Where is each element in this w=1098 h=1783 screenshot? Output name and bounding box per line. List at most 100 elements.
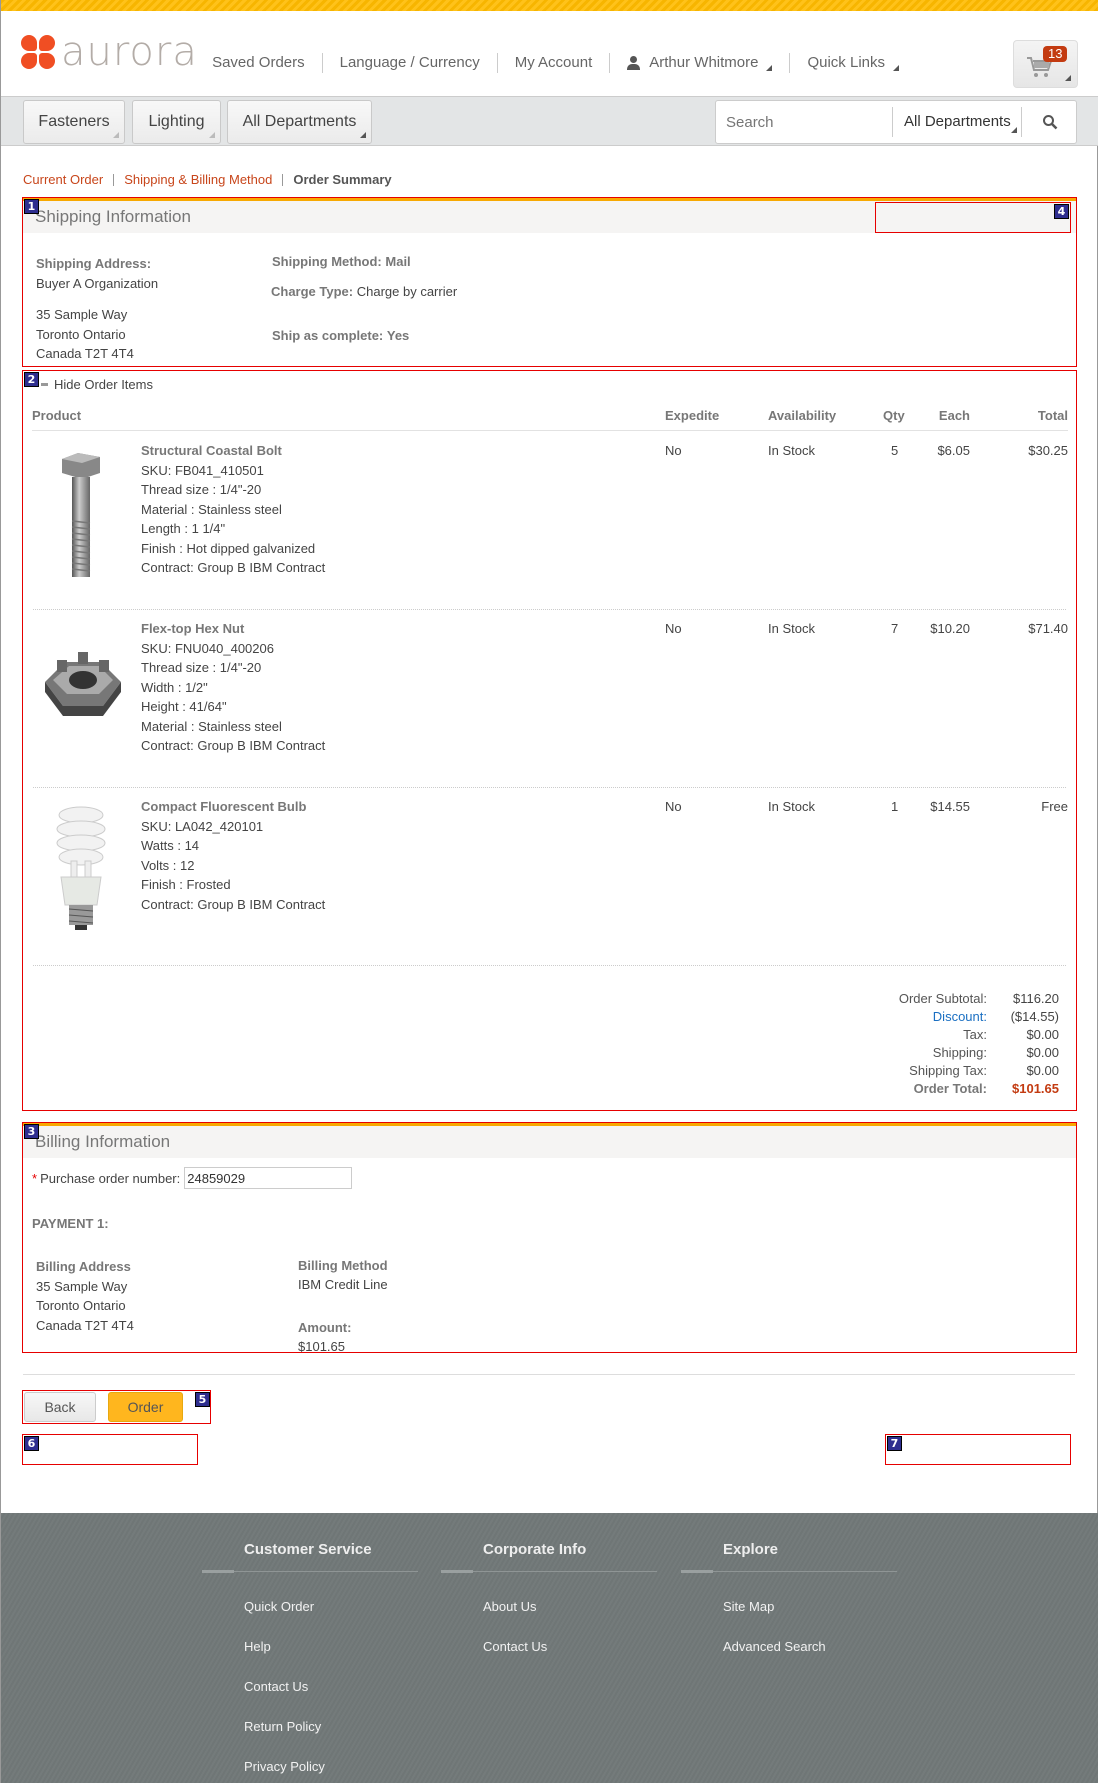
quick-links-label: Quick Links xyxy=(807,54,885,71)
item-each-price: $6.05 xyxy=(937,443,970,458)
item-qty: 7 xyxy=(891,621,899,636)
search-input[interactable] xyxy=(716,101,891,143)
quick-links-menu[interactable]: Quick Links xyxy=(790,53,899,73)
col-availability: Availability xyxy=(768,408,837,423)
billing-information-section: Billing Information 3 * Purchase order n… xyxy=(22,1122,1077,1356)
shipping-address-line: Toronto Ontario xyxy=(36,326,126,342)
item-qty: 1 xyxy=(891,799,899,814)
payment-1-heading: PAYMENT 1: xyxy=(32,1216,109,1231)
site-header: aurora Saved Orders Language / Currency … xyxy=(1,11,1098,96)
search-button[interactable] xyxy=(1024,101,1076,143)
order-item-row: Flex-top Hex Nut SKU: FNU040_400206 Thre… xyxy=(23,619,1076,789)
dropdown-arrow-icon xyxy=(1065,75,1071,81)
hide-order-items-toggle[interactable]: Hide Order Items xyxy=(41,377,153,392)
top-accent-bar xyxy=(1,0,1098,11)
item-each-price: $10.20 xyxy=(930,621,970,636)
search-department-select[interactable]: All Departments xyxy=(892,107,1022,137)
collapse-icon xyxy=(41,383,48,386)
nav-all-departments[interactable]: All Departments xyxy=(227,100,372,144)
item-availability: In Stock xyxy=(768,799,815,814)
shipping-row: Shipping: $0.00 xyxy=(867,1044,1059,1062)
footer-link-contact-us[interactable]: Contact Us xyxy=(244,1679,308,1694)
crumb-shipping-billing[interactable]: Shipping & Billing Method xyxy=(124,172,272,187)
footer-link-advanced-search[interactable]: Advanced Search xyxy=(723,1639,826,1654)
po-number-input[interactable] xyxy=(184,1167,353,1189)
footer-link-contact-us[interactable]: Contact Us xyxy=(483,1639,547,1654)
shipping-tax-value: $0.00 xyxy=(1026,1063,1059,1078)
col-each: Each xyxy=(938,408,970,423)
subtotal-value: $116.20 xyxy=(1012,991,1059,1006)
item-expedite: No xyxy=(665,799,682,814)
crumb-separator xyxy=(113,173,115,186)
user-menu[interactable]: Arthur Whitmore xyxy=(610,53,791,73)
marker-1: 1 xyxy=(24,199,39,214)
marker-6: 6 xyxy=(24,1436,39,1451)
charge-type-value: Charge by carrier xyxy=(356,284,458,299)
footer-link-help[interactable]: Help xyxy=(244,1639,271,1654)
billing-section-title: Billing Information xyxy=(35,1132,171,1151)
charge-type-label: Charge Type: xyxy=(271,284,354,299)
saved-orders-link[interactable]: Saved Orders xyxy=(195,53,323,73)
crumb-order-summary: Order Summary xyxy=(293,172,392,187)
product-attribute: Volts : 12 xyxy=(141,857,195,873)
hex-nut-product-image[interactable] xyxy=(43,644,123,719)
product-contract: Contract: Group B IBM Contract xyxy=(141,560,326,575)
back-button[interactable]: Back xyxy=(24,1392,96,1422)
product-name[interactable]: Compact Fluorescent Bulb xyxy=(141,797,325,817)
amount-label: Amount: xyxy=(298,1320,352,1335)
footer-heading-underline xyxy=(202,1570,418,1573)
bolt-product-image[interactable] xyxy=(58,451,104,591)
marker-2: 2 xyxy=(24,372,39,387)
footer-link-return-policy[interactable]: Return Policy xyxy=(244,1719,321,1734)
billing-address-line: Toronto Ontario xyxy=(36,1298,126,1313)
amount-value: $101.65 xyxy=(298,1339,345,1354)
nav-all-departments-label: All Departments xyxy=(242,113,357,130)
product-attribute: Thread size : 1/4"-20 xyxy=(141,482,262,497)
my-account-link[interactable]: My Account xyxy=(498,53,611,73)
marker-3: 3 xyxy=(24,1124,39,1139)
col-product: Product xyxy=(32,408,82,423)
footer-heading-underline xyxy=(441,1570,657,1573)
discount-link[interactable]: Discount: xyxy=(867,1008,987,1026)
search-bar: All Departments xyxy=(715,100,1077,144)
shipping-header-action-area[interactable]: 4 xyxy=(875,202,1071,233)
product-sku: SKU: FNU040_400206 xyxy=(141,640,274,656)
col-expedite: Expedite xyxy=(665,408,720,423)
nav-fasteners-label: Fasteners xyxy=(38,113,110,130)
billing-method-label: Billing Method xyxy=(298,1258,388,1273)
product-contract: Contract: Group B IBM Contract xyxy=(141,738,326,753)
col-qty: Qty xyxy=(883,408,905,423)
footer-link-privacy-policy[interactable]: Privacy Policy xyxy=(244,1759,325,1774)
billing-method-block: Billing Method IBM Credit Line Amount: $… xyxy=(298,1256,388,1356)
shipping-method-row: Shipping Method: Mail xyxy=(272,254,411,269)
shipping-value: $0.00 xyxy=(1026,1045,1059,1060)
product-attribute: Material : Stainless steel xyxy=(141,501,282,517)
footer-link-quick-order[interactable]: Quick Order xyxy=(244,1599,314,1614)
item-total: $71.40 xyxy=(1028,621,1068,636)
item-total: $30.25 xyxy=(1028,443,1068,458)
order-item-row: Compact Fluorescent Bulb SKU: LA042_4201… xyxy=(23,797,1076,967)
aurora-logo[interactable]: aurora xyxy=(21,32,198,72)
product-name[interactable]: Structural Coastal Bolt xyxy=(141,441,325,461)
footer-link-site-map[interactable]: Site Map xyxy=(723,1599,774,1614)
crumb-current-order[interactable]: Current Order xyxy=(23,172,103,187)
product-name[interactable]: Flex-top Hex Nut xyxy=(141,619,325,639)
shipping-section-title: Shipping Information xyxy=(35,207,191,226)
dropdown-arrow-icon xyxy=(766,65,773,71)
language-currency-link[interactable]: Language / Currency xyxy=(323,53,498,73)
bulb-product-image[interactable] xyxy=(53,805,109,935)
nav-lighting[interactable]: Lighting xyxy=(132,100,221,144)
cart-button[interactable]: 13 xyxy=(1013,40,1078,88)
order-item-row: Structural Coastal Bolt SKU: FB041_41050… xyxy=(23,441,1076,611)
ship-complete-row: Ship as complete: Yes xyxy=(272,328,409,343)
shipping-address-block: Shipping Address: Buyer A Organization 3… xyxy=(36,254,158,364)
nav-fasteners[interactable]: Fasteners xyxy=(23,100,125,144)
footer-link-about-us[interactable]: About Us xyxy=(483,1599,536,1614)
row-divider xyxy=(33,787,1066,788)
order-total-value: $101.65 xyxy=(1012,1081,1059,1096)
back-button-label: Back xyxy=(44,1399,76,1415)
order-total-row: Order Total: $101.65 xyxy=(867,1080,1059,1098)
footer-heading: Corporate Info xyxy=(483,1541,587,1558)
logo-flower-icon xyxy=(21,35,55,69)
order-button[interactable]: Order xyxy=(108,1392,183,1422)
